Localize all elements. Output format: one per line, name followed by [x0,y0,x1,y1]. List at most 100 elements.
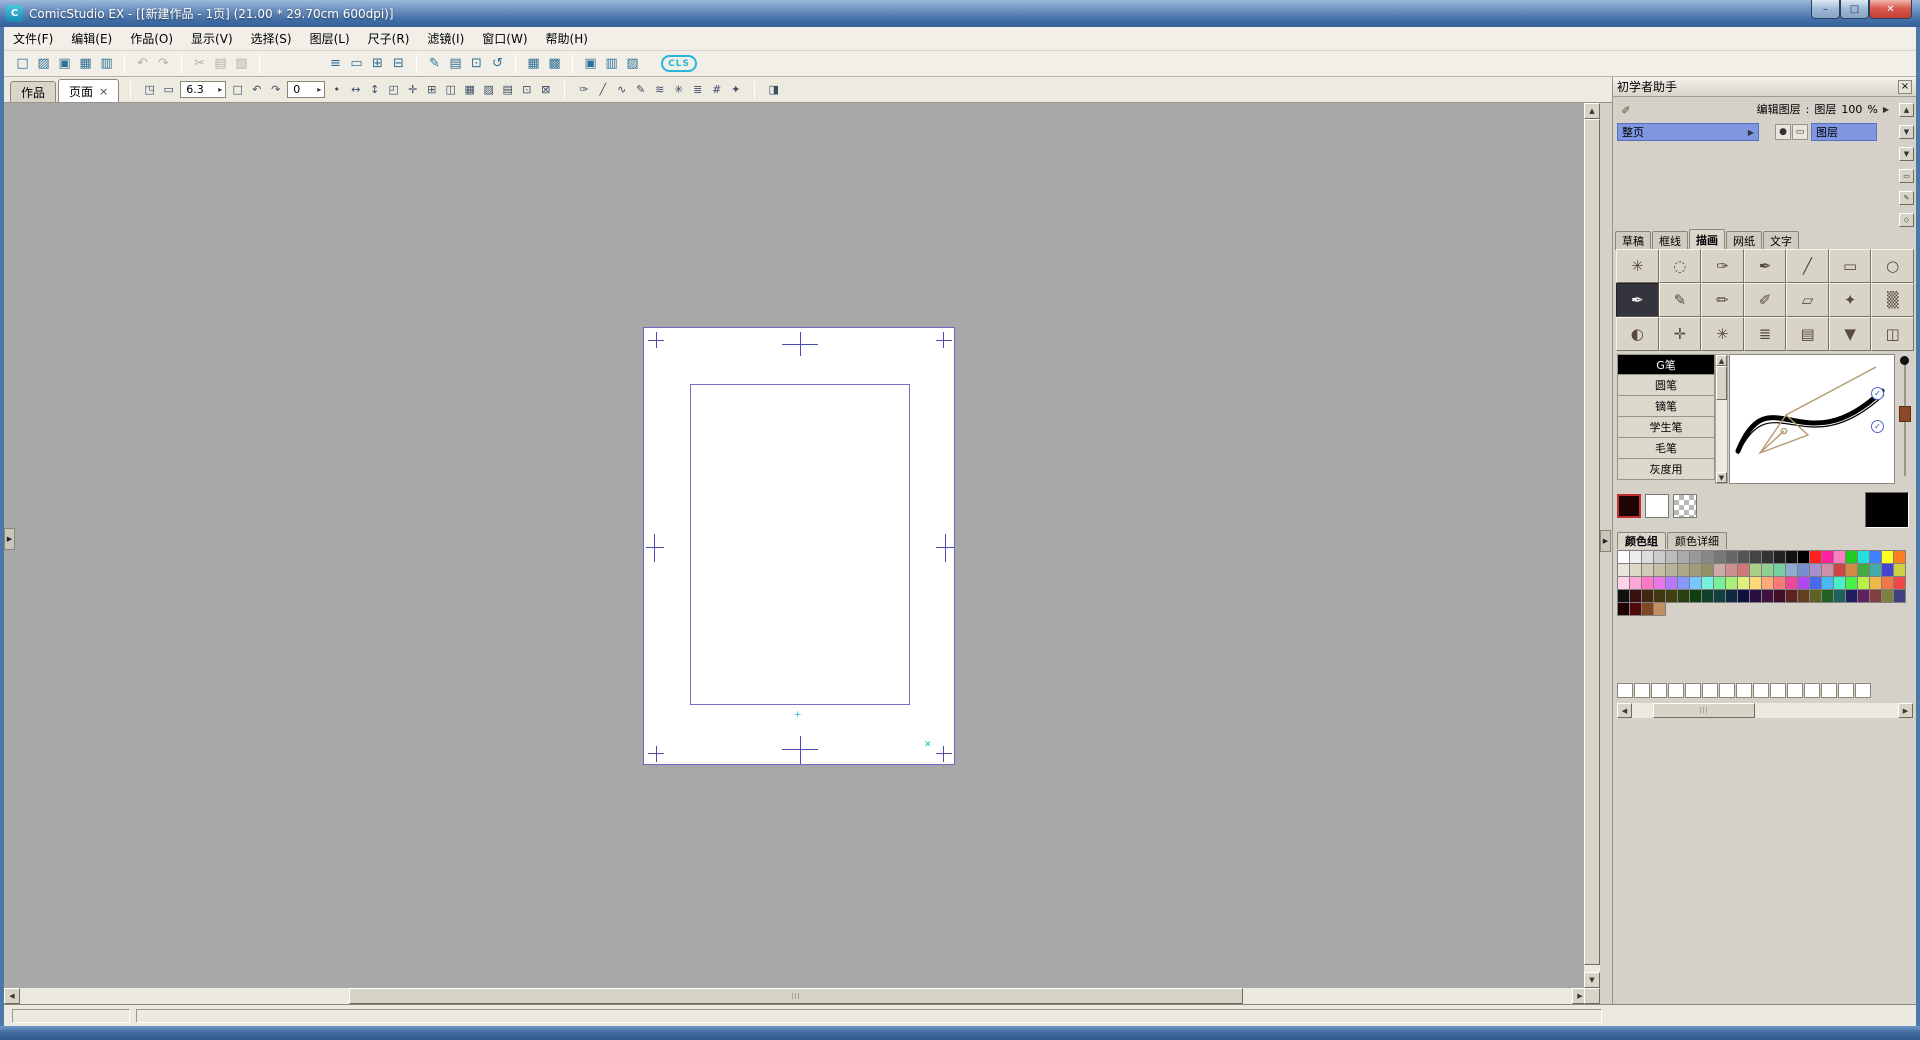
scroll-up-button[interactable]: ▲ [1584,103,1600,119]
story-editor-button[interactable]: ≡ [325,53,346,74]
actions-palette-button[interactable]: ▨ [622,53,643,74]
template-thumbnail[interactable] [1719,683,1735,698]
panel-options-icon[interactable]: ◇ [1899,213,1914,227]
materials-palette-button[interactable]: ▦ [523,53,544,74]
menu-item-3[interactable]: 显示(V) [182,27,242,50]
pen-item-5[interactable]: 灰度用 [1617,459,1715,480]
pen-quick-icon[interactable]: ✑ [574,80,593,99]
template-thumbnail[interactable] [1838,683,1854,698]
minimize-button[interactable]: – [1811,0,1840,19]
airbrush-tool-button[interactable]: ✦ [1829,283,1872,317]
rectangle-tool-button[interactable]: ▭ [1829,249,1872,283]
flip-horizontal-icon[interactable]: ↔ [346,80,365,99]
rotation-value-box[interactable]: 0 ▸ [287,81,325,98]
color-set-tab[interactable]: 颜色组 [1617,532,1666,549]
curve-quick-icon[interactable]: ∿ [612,80,631,99]
assistant-tab-tone[interactable]: 网纸 [1726,231,1762,250]
template-thumbnail[interactable] [1668,683,1684,698]
move-view-icon[interactable]: ✛ [403,80,422,99]
scroll-left-button[interactable]: ◀ [4,988,20,1004]
template-thumbnail[interactable] [1770,683,1786,698]
panel-scroll-up-icon[interactable]: ▲ [1899,103,1914,117]
trim-marks-toggle-icon[interactable]: ⊠ [536,80,555,99]
delete-page-button[interactable]: ⊟ [388,53,409,74]
tones-palette-button[interactable]: ▩ [544,53,565,74]
rotate-cw-icon[interactable]: ↷ [266,80,285,99]
template-thumbnail[interactable] [1787,683,1803,698]
layer-visibility-icon[interactable]: ● [1775,124,1791,140]
tab-close-icon[interactable]: × [99,85,108,98]
reset-view-icon[interactable]: • [327,80,346,99]
template-thumbnail[interactable] [1821,683,1837,698]
wand-tool-button[interactable]: ✳ [1616,249,1659,283]
page-document[interactable]: + ✕ [643,327,955,765]
menu-item-2[interactable]: 作品(O) [121,27,182,50]
pen-item-2[interactable]: 镝笔 [1617,396,1715,417]
palette-color[interactable] [1893,576,1906,590]
panel-scroll-thumb[interactable]: ||| [1653,703,1755,718]
saturated-lines-tool-button[interactable]: ≣ [1744,317,1787,351]
panel-scroll-right-icon[interactable]: ▶ [1898,703,1913,718]
menu-item-8[interactable]: 窗口(W) [473,27,536,50]
palette-color[interactable] [1893,550,1906,564]
template-thumbnail[interactable] [1804,683,1820,698]
ruler-toggle-icon[interactable]: ▤ [498,80,517,99]
menu-item-1[interactable]: 编辑(E) [62,27,121,50]
burst-quick-icon[interactable]: ✳ [669,80,688,99]
felt-pen-tool-button[interactable]: ✏ [1701,283,1744,317]
zoom-value-box[interactable]: 6.3 ▸ [180,81,226,98]
eyedropper-tool-button[interactable]: ◐ [1616,317,1659,351]
left-panel-expand-handle[interactable]: ▶ [4,528,15,550]
swatch-white[interactable] [1645,494,1669,518]
document-tab-works[interactable]: 作品 [10,81,56,102]
print-button[interactable]: ▥ [96,53,117,74]
frame-cut-tool-button[interactable]: ◫ [1871,317,1914,351]
grid-toggle-icon[interactable]: ⊞ [422,80,441,99]
canvas-area[interactable]: + ✕ ◀ ▶ ||| ▲ ▼ [4,103,1600,1004]
rotate-ccw-icon[interactable]: ↶ [247,80,266,99]
vertical-scroll-thumb[interactable] [1584,119,1600,965]
add-page-button[interactable]: ⊞ [367,53,388,74]
pen-tool-button[interactable]: ✒ [1616,283,1659,317]
marker-tool-button[interactable]: ✒ [1744,249,1787,283]
menu-item-0[interactable]: 文件(F) [4,27,62,50]
snap-toggle-icon[interactable]: ▦ [460,80,479,99]
template-thumbnail[interactable] [1702,683,1718,698]
canvas-vertical-scrollbar[interactable]: ▲ ▼ [1584,103,1600,988]
pen-scroll-up-icon[interactable]: ▲ [1716,355,1727,366]
layer-item[interactable]: 图层 [1811,123,1877,141]
page-panel-toggle-icon[interactable]: ◨ [764,80,783,99]
history-palette-button[interactable]: ↺ [487,53,508,74]
panel-edit-item-icon[interactable]: ✎ [1899,191,1914,205]
menu-item-9[interactable]: 帮助(H) [537,27,597,50]
select-pen-tool-button[interactable]: ✑ [1701,249,1744,283]
line-tool-button[interactable]: ╱ [1786,249,1829,283]
pen-setting-check-1-icon[interactable]: ✓ [1871,387,1884,400]
tone-view-icon[interactable]: ▨ [479,80,498,99]
navigator-palette-button[interactable]: ⊡ [466,53,487,74]
palette-color[interactable] [1893,589,1906,603]
pen-setting-check-2-icon[interactable]: ✓ [1871,420,1884,433]
tone-brush-tool-button[interactable]: ▒ [1871,283,1914,317]
tools-palette-button[interactable]: ✎ [424,53,445,74]
right-panel-collapse-handle[interactable]: ▶ [1600,530,1611,552]
panel-new-item-icon[interactable]: ▭ [1899,169,1914,183]
sketch-quick-icon[interactable]: ✎ [631,80,650,99]
palette-color[interactable] [1653,602,1666,616]
console-window-button[interactable]: ▥ [601,53,622,74]
guide-toggle-icon[interactable]: ◫ [441,80,460,99]
rotation-spinner-icon[interactable]: ▸ [317,85,321,94]
canvas-horizontal-scrollbar[interactable]: ◀ ▶ ||| [4,988,1588,1004]
fill-tool-button[interactable]: ▼ [1829,317,1872,351]
panel-close-icon[interactable]: × [1898,80,1912,94]
pattern-brush-tool-button[interactable]: ✳ [1701,317,1744,351]
assistant-tab-frame[interactable]: 框线 [1652,231,1688,250]
select-area-icon[interactable]: ◰ [384,80,403,99]
panel-scroll-down-icon[interactable]: ▼ [1899,125,1914,139]
pen-item-3[interactable]: 学生笔 [1617,417,1715,438]
flip-vertical-icon[interactable]: ↕ [365,80,384,99]
menu-item-6[interactable]: 尺子(R) [359,27,419,50]
assistant-tab-text[interactable]: 文字 [1763,231,1799,250]
pencil-tool-button[interactable]: ✎ [1659,283,1702,317]
hatch-quick-icon[interactable]: ≋ [650,80,669,99]
